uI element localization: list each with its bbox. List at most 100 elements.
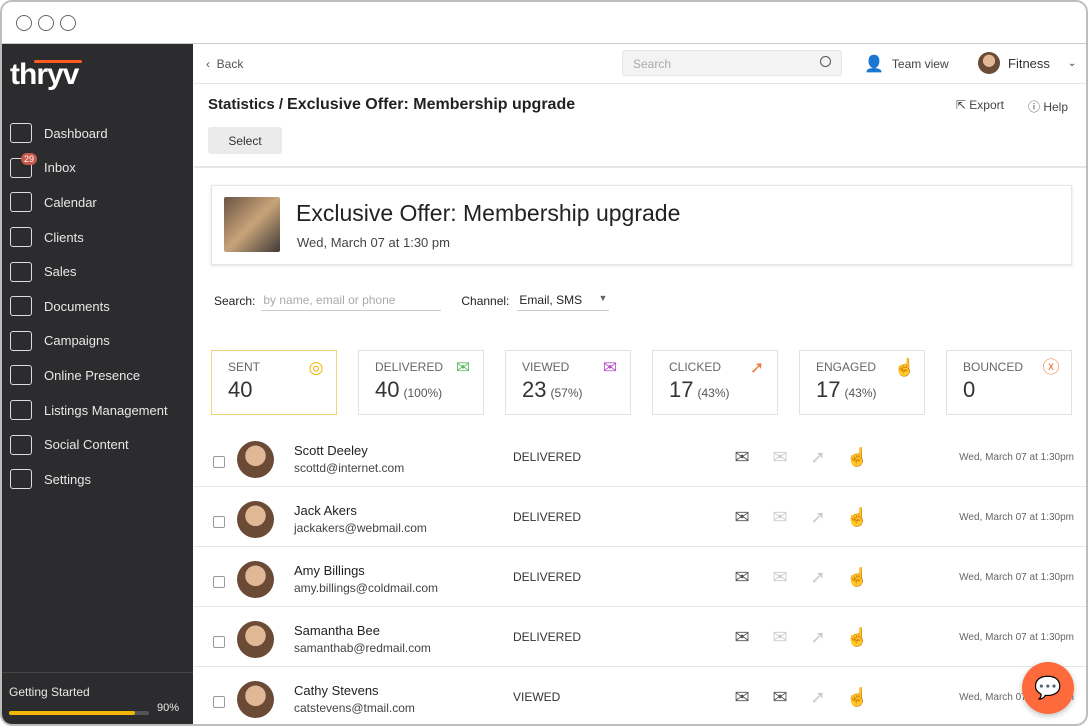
sidebar-item-calendar[interactable]: Calendar (2, 185, 193, 220)
help-button[interactable]: ⓘ Help (1028, 98, 1068, 115)
cursor-click-icon: ➚ (810, 567, 826, 587)
search-label: Search: (214, 293, 256, 308)
sidebar-item-listings-management[interactable]: Listings Management (2, 393, 193, 428)
recipient-status: DELIVERED (513, 450, 582, 464)
stat-value: 40 (228, 377, 253, 402)
sidebar-item-settings[interactable]: Settings (2, 462, 193, 497)
table-row[interactable]: Cathy Stevens catstevens@tmail.com VIEWE… (194, 667, 1086, 724)
campaign-title: Exclusive Offer: Membership upgrade (296, 200, 681, 226)
row-checkbox[interactable] (213, 696, 225, 708)
search-input[interactable]: Search (622, 50, 842, 76)
stat-sent[interactable]: SENT 40 ◎ (211, 350, 337, 415)
sidebar-item-label: Dashboard (44, 125, 108, 141)
stat-delivered[interactable]: DELIVERED 40 (100%) ✉ (358, 350, 484, 415)
row-checkbox[interactable] (213, 576, 225, 588)
stat-clicked[interactable]: CLICKED 17 (43%) ➚ (652, 350, 778, 415)
select-button[interactable]: Select (208, 127, 282, 154)
x-circle-icon: ⓧ (1042, 358, 1060, 377)
main-content: ‹ Back Search 👤 Team view Fitness ⌄ Statis… (194, 44, 1086, 724)
row-checkbox[interactable] (213, 456, 225, 468)
envelope-icon: ✉ (734, 687, 750, 707)
recipient-name: Amy Billings (294, 563, 365, 578)
recipient-search-input[interactable]: by name, email or phone (261, 290, 442, 311)
sidebar-item-inbox[interactable]: 29 Inbox (2, 151, 193, 186)
social-icon (10, 434, 32, 455)
cursor-click-icon: ➚ (810, 687, 826, 707)
help-chat-button[interactable]: 💬 (1022, 662, 1074, 714)
row-checkbox[interactable] (213, 516, 225, 528)
sidebar-item-documents[interactable]: Documents (2, 289, 193, 324)
filters: Search: by name, email or phone Channel:… (214, 290, 610, 311)
gear-icon (10, 469, 32, 490)
stat-value: 23 (57%) (522, 377, 583, 402)
sales-icon (10, 261, 32, 282)
recipient-status: DELIVERED (513, 510, 582, 524)
sidebar-item-label: Listings Management (44, 402, 168, 418)
sidebar-item-clients[interactable]: Clients (2, 220, 193, 255)
breadcrumb-statistics[interactable]: Statistics / (208, 96, 283, 113)
stat-viewed[interactable]: VIEWED 23 (57%) ✉ (505, 350, 631, 415)
sidebar-item-social-content[interactable]: Social Content (2, 427, 193, 462)
table-row[interactable]: Jack Akers jackakers@webmail.com DELIVER… (194, 487, 1086, 547)
recipient-name: Cathy Stevens (294, 683, 379, 698)
recipient-name: Jack Akers (294, 503, 357, 518)
table-row[interactable]: Samantha Bee samanthab@redmail.com DELIV… (194, 607, 1086, 667)
title-bar (2, 2, 1086, 44)
row-checkbox[interactable] (213, 636, 225, 648)
sidebar-item-label: Documents (44, 298, 110, 314)
hand-tap-icon: ☝ (894, 358, 916, 377)
caret-down-icon: ▼ (598, 293, 608, 303)
table-row[interactable]: Amy Billings amy.billings@coldmail.com D… (194, 547, 1086, 607)
table-row[interactable]: Scott Deeley scottd@internet.com DELIVER… (194, 427, 1086, 487)
progress-text: 90% (157, 701, 180, 714)
getting-started-progress (9, 710, 149, 715)
app-window: thryv Dashboard 29 Inbox Calendar Clients Sal… (0, 0, 1088, 726)
dashboard-icon (10, 123, 32, 144)
stat-engaged[interactable]: ENGAGED 17 (43%) ☝ (799, 350, 925, 415)
listings-icon (10, 400, 32, 421)
avatar (237, 441, 274, 478)
channel-select[interactable]: Email, SMS ▼ (517, 290, 610, 311)
chat-icon: 💬 (1034, 675, 1062, 700)
window-maximize-button[interactable] (60, 14, 76, 31)
account-menu[interactable]: Fitness ⌄ (978, 52, 1076, 74)
recipient-name: Scott Deeley (294, 443, 368, 458)
sidebar-item-label: Clients (44, 229, 84, 245)
sidebar-item-dashboard[interactable]: Dashboard (2, 116, 193, 151)
open-envelope-icon: ✉ (772, 567, 788, 587)
open-envelope-icon: ✉ (772, 687, 788, 707)
getting-started[interactable]: Getting Started 90% (2, 672, 193, 724)
hand-tap-icon: ☝ (846, 447, 869, 467)
stat-bounced[interactable]: BOUNCED 0 ⓧ (946, 350, 1072, 415)
recipient-status: DELIVERED (513, 570, 582, 584)
open-envelope-icon: ✉ (602, 358, 618, 377)
avatar (978, 52, 1000, 74)
stat-value: 17 (43%) (816, 377, 877, 402)
channel-label: Channel: (461, 293, 510, 308)
open-envelope-icon: ✉ (772, 627, 788, 647)
thryv-logo[interactable]: thryv (10, 58, 82, 92)
window-close-button[interactable] (16, 14, 32, 31)
recipient-email: scottd@internet.com (294, 461, 405, 475)
user-icon: 👤 (864, 56, 884, 73)
back-button[interactable]: ‹ Back (206, 57, 243, 71)
avatar (237, 561, 274, 598)
recipient-email: jackakers@webmail.com (294, 521, 427, 535)
avatar (237, 501, 274, 538)
window-minimize-button[interactable] (38, 14, 54, 31)
open-envelope-icon: ✉ (772, 507, 788, 527)
campaign-card: Exclusive Offer: Membership upgrade Wed,… (211, 185, 1072, 265)
hand-tap-icon: ☝ (846, 567, 869, 587)
stat-value: 40 (100%) (375, 377, 443, 402)
export-button[interactable]: ⇱ Export (956, 98, 1004, 115)
sidebar-item-campaigns[interactable]: Campaigns (2, 324, 193, 359)
sidebar-item-label: Inbox (44, 160, 76, 176)
team-view-button[interactable]: 👤 Team view (864, 54, 949, 74)
recipient-email: amy.billings@coldmail.com (294, 581, 438, 595)
sidebar-item-sales[interactable]: Sales (2, 254, 193, 289)
sidebar-item-online-presence[interactable]: Online Presence (2, 358, 193, 393)
timestamp: Wed, March 07 at 1:30pm (959, 452, 1074, 463)
search-icon[interactable] (820, 56, 831, 67)
globe-icon (10, 365, 32, 386)
envelope-icon: ✉ (734, 567, 750, 587)
